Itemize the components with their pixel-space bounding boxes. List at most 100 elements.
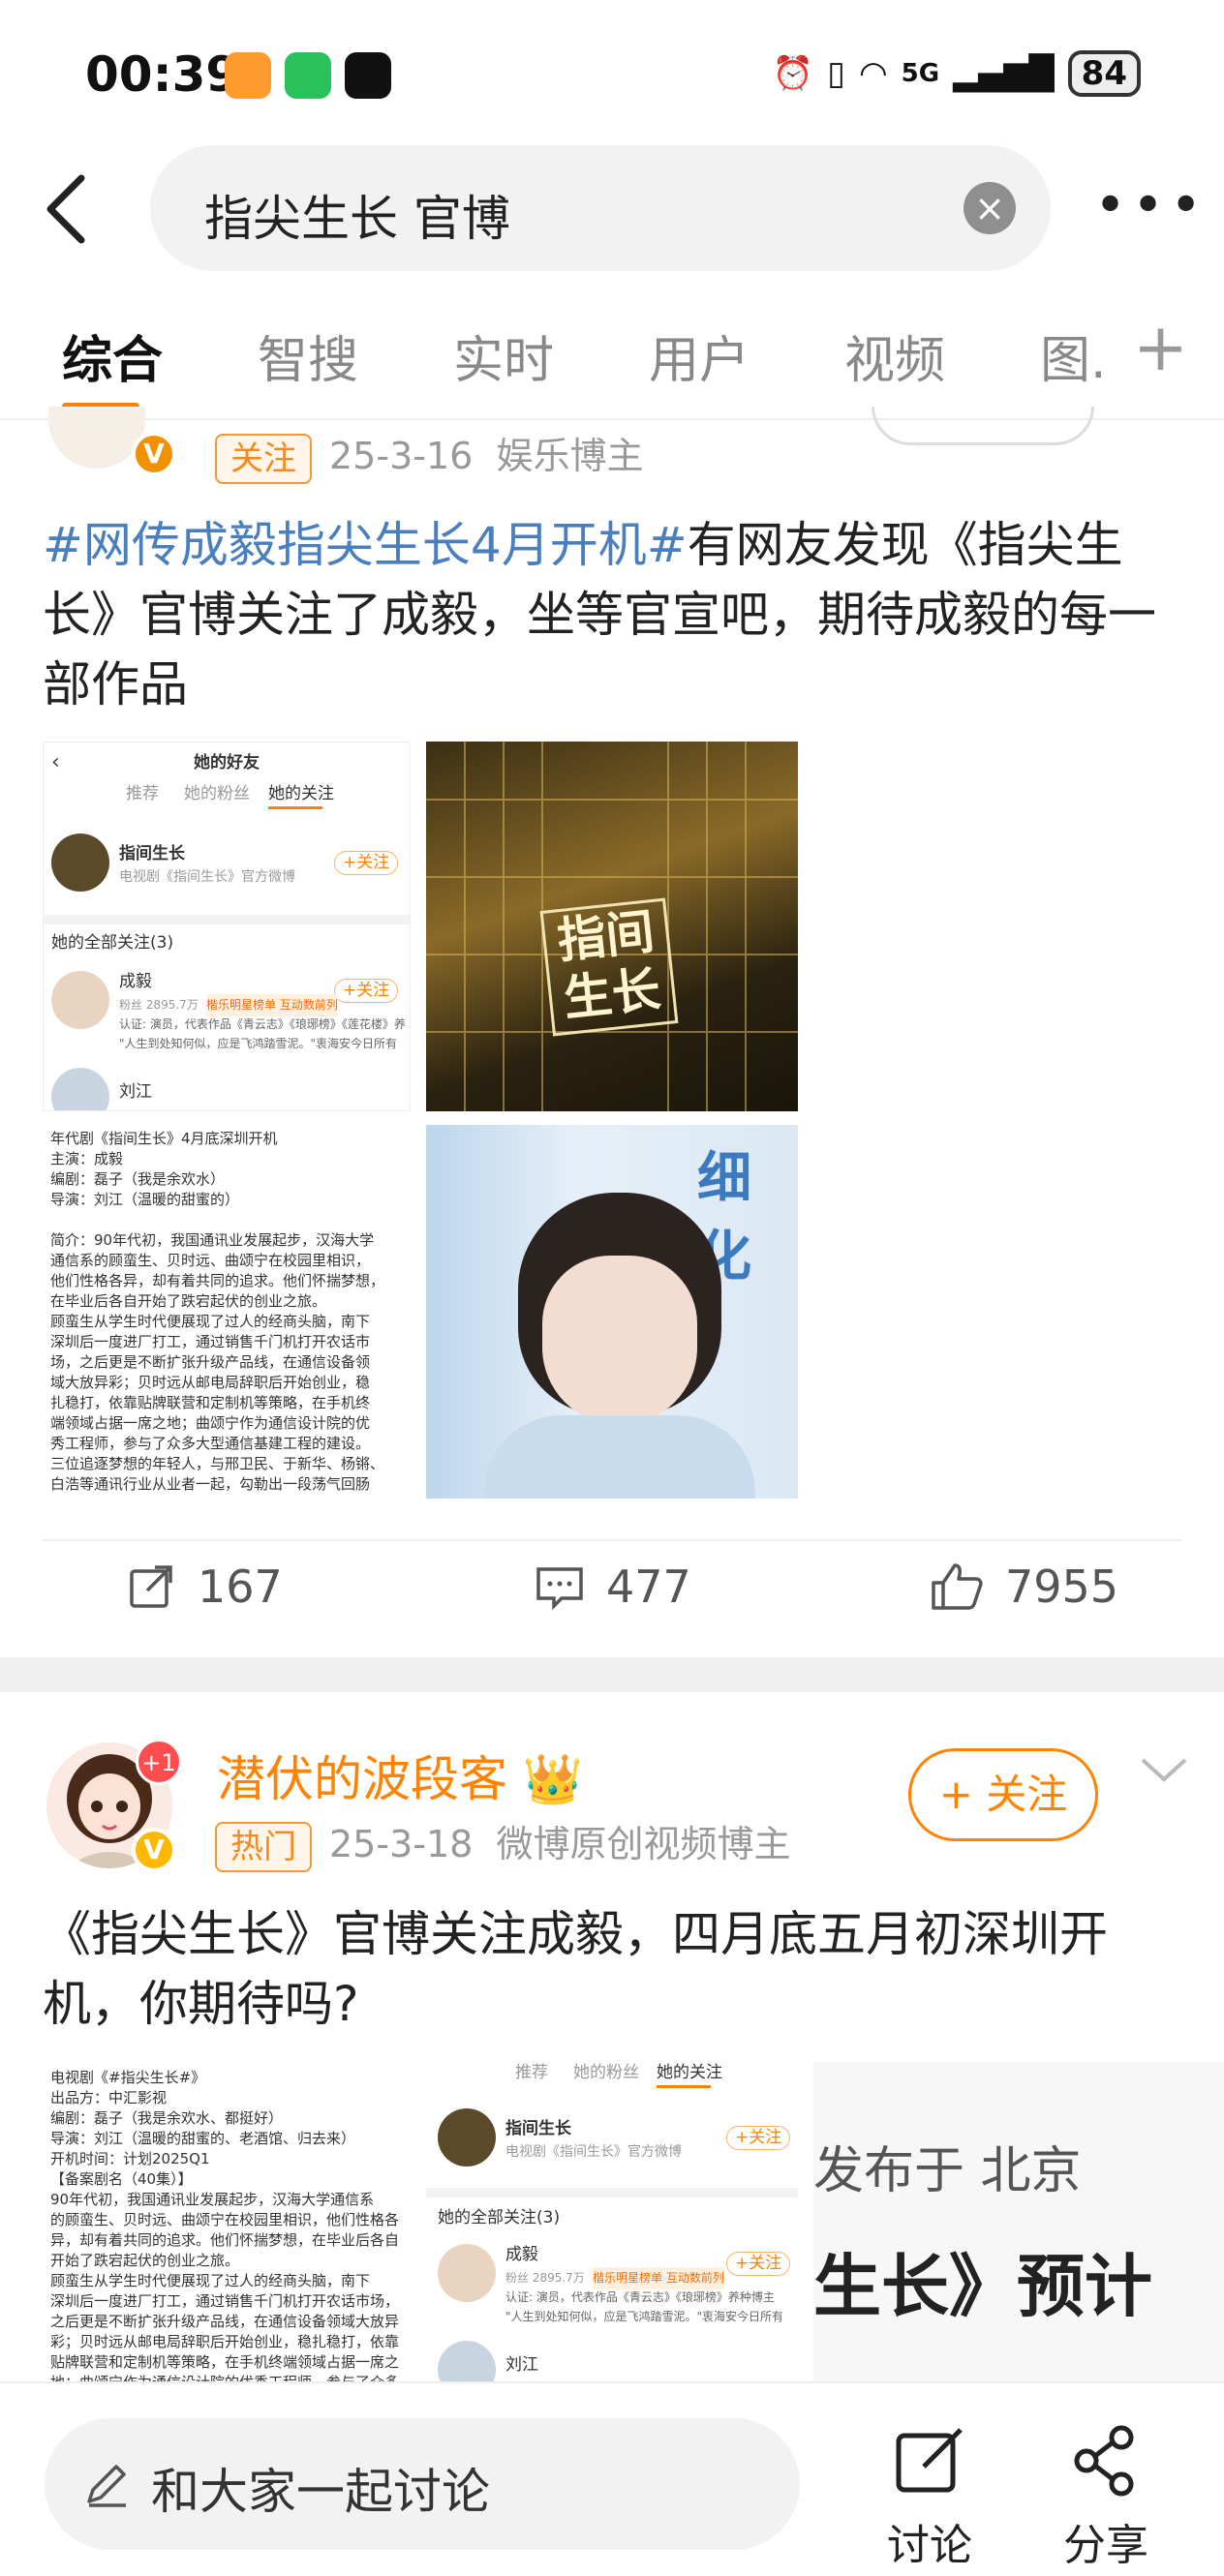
alarm-icon: ⏰ — [772, 54, 814, 93]
p2img2-account-desc: 电视剧《指间生长》官方微博 — [505, 2144, 682, 2160]
post1-image-1[interactable]: ‹ 她的好友 推荐 她的粉丝 她的关注 指间生长 电视剧《指间生长》官方微博 +… — [43, 742, 411, 1111]
img1-sep — [44, 915, 410, 924]
portrait-face — [542, 1256, 697, 1425]
share-label: 分享 — [1063, 2521, 1148, 2570]
p2img1-line: 编剧：磊子（我是余欢水、都挺好） — [50, 2109, 284, 2127]
post1-image-3[interactable]: 年代剧《指间生长》4月底深圳开机 主演：成毅 编剧：磊子（我是余欢水） 导演：刘江（温… — [43, 1125, 411, 1499]
p2img2-tab-a: 推荐 — [515, 2063, 548, 2082]
more-options-icon[interactable]: ••• — [1094, 174, 1208, 237]
img1-tab-line — [268, 806, 322, 809]
p2img3-line1: 发布于 北京 — [813, 2142, 1082, 2200]
post2-text[interactable]: 《指尖生长》官博关注成毅，四月底五月初深圳开机，你期待吗? — [43, 1899, 1185, 2039]
post-separator — [0, 1657, 1224, 1692]
add-tab-icon[interactable]: + — [1133, 310, 1188, 386]
post1-avatar[interactable] — [48, 407, 145, 469]
status-icons: ⏰ ▯ ◠ 5G ▂▄▆█ 84 — [773, 50, 1141, 97]
p1img3-line — [50, 1210, 403, 1230]
tab-video[interactable]: 视频 — [844, 319, 945, 392]
p2img2-user1-quote: "人生到处知何似，应是飞鸿踏雪泥。"衷海安今日所有 — [505, 2310, 784, 2323]
img1-title: 她的好友 — [194, 753, 260, 773]
post2-source: 微博原创视频博主 — [496, 1823, 791, 1865]
p1img3-line: 年代剧《指间生长》4月底深圳开机 — [50, 1130, 278, 1147]
p2img2-follow: +关注 — [726, 2126, 791, 2150]
p2img1-line: 顾蛮生从学生时代便展现了过人的经商头脑，南下 — [50, 2272, 371, 2289]
verified-badge-icon: V — [132, 432, 176, 476]
p2-img1-text-block: 电视剧《#指尖生长#》 出品方：中汇影视 编剧：磊子（我是余欢水、都挺好） 导演：刘江… — [50, 2068, 403, 2381]
post1-image-4[interactable]: 细化 — [426, 1125, 798, 1499]
p1img3-line: 导演：刘江（温暖的甜蜜的） — [50, 1191, 240, 1208]
post2-image-3[interactable]: 发布于 北京 生长》预计 — [813, 2062, 1224, 2381]
p2img2-tab-b: 她的粉丝 — [573, 2063, 639, 2082]
crown-icon: 👑 — [522, 1751, 584, 1807]
comment-icon — [536, 1567, 583, 1611]
tab-smart-search[interactable]: 智搜 — [258, 319, 358, 392]
img1-user1: 成毅 — [119, 972, 152, 991]
comment-placeholder: 和大家一起讨论 — [151, 2464, 490, 2520]
comment-count: 477 — [606, 1561, 691, 1613]
like-icon — [932, 1563, 983, 1610]
clear-search-icon[interactable]: × — [964, 182, 1016, 234]
post1-text[interactable]: #网传成毅指尖生长4月开机#有网友发现《指尖生长》官博关注了成毅，坐等官宣吧，期… — [43, 510, 1185, 719]
p1img3-line: 简介：90年代初，我国通讯业发展起步，汉海大学 — [50, 1231, 375, 1249]
search-input[interactable]: 指尖生长 官博 × — [150, 145, 1051, 271]
img3-text-block: 年代剧《指间生长》4月底深圳开机 主演：成毅 编剧：磊子（我是余欢水） 导演：刘江（温… — [50, 1129, 403, 1495]
tab-users[interactable]: 用户 — [649, 319, 750, 392]
img1-user2: 刘江 — [119, 1082, 152, 1102]
post1-follow-button-edge[interactable] — [872, 407, 1094, 445]
status-bar: 00:39 ⏰ ▯ ◠ 5G ▂▄▆█ 84 — [0, 0, 1224, 145]
img1-user1-quote: "人生到处知何似，应是飞鸿踏雪泥。"衷海安今日所有 — [119, 1037, 398, 1050]
comment-input[interactable]: 和大家一起讨论 — [45, 2418, 800, 2550]
search-row: 指尖生长 官博 × ••• — [0, 145, 1224, 271]
p1img3-line: 三位追逐梦想的年轻人，与邢卫民、于新华、杨锵、 — [50, 1455, 385, 1472]
p2img2-user1-follow: +关注 — [726, 2252, 791, 2276]
post2-image-2[interactable]: 推荐 她的粉丝 她的关注 指间生长 电视剧《指间生长》官方微博 +关注 她的全部… — [426, 2062, 798, 2381]
repost-button[interactable]: 167 — [126, 1561, 283, 1613]
post1-image-2[interactable]: 指间生长 — [426, 742, 798, 1111]
post2-username-text: 潜伏的波段客 — [217, 1751, 507, 1807]
post1-source: 娱乐博主 — [496, 435, 644, 477]
verified-badge-icon: V — [132, 1828, 176, 1872]
repost-icon — [130, 1565, 172, 1608]
signal-icon: ▂▄▆█ — [953, 54, 1055, 93]
p2img2-user2-avatar — [438, 2341, 496, 2381]
back-icon[interactable] — [43, 172, 89, 258]
tab-images[interactable]: 图. — [1040, 319, 1107, 392]
status-time: 00:39 — [85, 46, 240, 103]
discuss-button[interactable]: 讨论 — [872, 2422, 988, 2572]
p2img1-line: 电视剧《#指尖生长#》 — [50, 2069, 206, 2086]
img1-tab-b: 她的粉丝 — [184, 784, 250, 803]
p2img1-line: 地；曲颂宁作为通信设计院的优秀工程师，参与了众多 — [50, 2373, 403, 2381]
p1img3-line: 通信系的顾蛮生、贝时远、曲颂宁在校园里相识， — [50, 1252, 371, 1269]
post2-image-1[interactable]: 电视剧《#指尖生长#》 出品方：中汇影视 编剧：磊子（我是余欢水、都挺好） 导演：刘江… — [43, 2062, 411, 2381]
p2img3-top-fragment — [813, 2062, 1224, 2097]
post2-badge-count: +1 — [136, 1739, 182, 1785]
comment-button[interactable]: 477 — [535, 1561, 691, 1613]
post2-collapse-icon[interactable] — [1139, 1754, 1189, 1789]
p2img1-line: 导演：刘江（温暖的甜蜜的、老酒馆、归去来） — [50, 2130, 356, 2147]
post2-follow-button[interactable]: + 关注 — [908, 1748, 1098, 1841]
wifi-icon: ◠ — [858, 54, 888, 93]
post2-username[interactable]: 潜伏的波段客 👑 — [217, 1741, 583, 1810]
bottom-bar: 和大家一起讨论 讨论 分享 — [0, 2381, 1224, 2576]
post1-hashtag[interactable]: #网传成毅指尖生长4月开机# — [43, 517, 688, 573]
like-button[interactable]: 7955 — [930, 1561, 1118, 1613]
p2img1-line: 异，却有着共同的追求。他们怀揣梦想，在毕业后各自 — [50, 2231, 400, 2249]
p2img1-line: 深圳后一度进厂打工，通过销售千门机打开农话市场， — [50, 2292, 400, 2310]
post1-date: 25-3-16 — [329, 435, 474, 477]
p2img2-account-avatar — [438, 2108, 496, 2167]
tab-comprehensive[interactable]: 综合 — [62, 319, 163, 392]
p2img1-line: 90年代初，我国通讯业发展起步，汉海大学通信系 — [50, 2191, 375, 2208]
share-button[interactable]: 分享 — [1048, 2422, 1164, 2572]
img1-account-desc: 电视剧《指间生长》官方微博 — [119, 869, 295, 885]
like-count: 7955 — [1005, 1561, 1119, 1613]
p2img1-line: 贴牌联营和定制机等策略，在手机终端领域占据一席之 — [50, 2353, 400, 2371]
tab-realtime[interactable]: 实时 — [453, 319, 554, 392]
app-icon-taobao — [225, 52, 271, 99]
p1img3-line: 深圳后一度进厂打工，通过销售千门机打开农话市 — [50, 1333, 371, 1350]
pencil-icon — [87, 2465, 126, 2507]
p2img1-line: 【备案剧名（40集）】 — [50, 2170, 193, 2188]
img1-account-name: 指间生长 — [119, 844, 185, 864]
network-label: 5G — [901, 59, 940, 88]
post1-meta: 关注 25-3-16 娱乐博主 — [215, 426, 644, 484]
p2img2-tab-c: 她的关注 — [657, 2063, 722, 2082]
